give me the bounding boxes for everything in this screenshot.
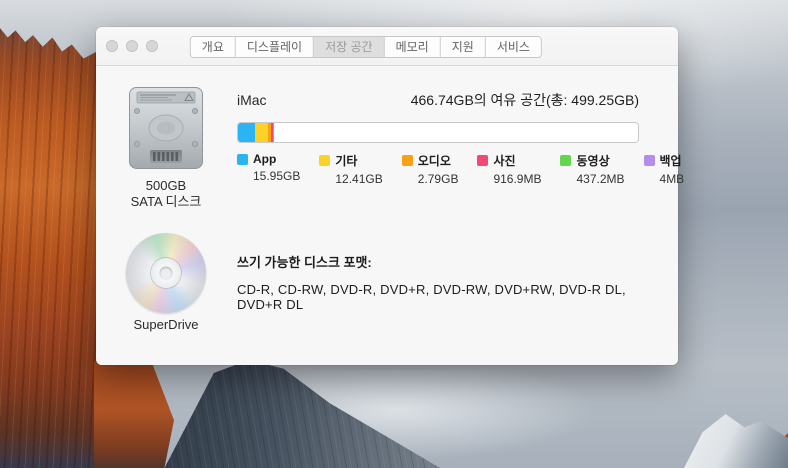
legend-label: 기타 xyxy=(335,152,357,169)
legend-swatch xyxy=(644,155,655,166)
tab-bar: 개요디스플레이저장 공간메모리지원서비스 xyxy=(190,36,542,58)
legend-swatch xyxy=(402,155,413,166)
tab-overview[interactable]: 개요 xyxy=(191,37,236,57)
legend-item: App 15.95GB xyxy=(237,152,300,186)
writable-formats-list: CD-R, CD-RW, DVD-R, DVD+R, DVD-RW, DVD+R… xyxy=(237,282,639,312)
legend-item: 사진 916.9MB xyxy=(477,152,541,186)
legend-item: 기타 12.41GB xyxy=(319,152,382,186)
legend-value: 12.41GB xyxy=(335,172,382,186)
storage-bar-segment xyxy=(255,123,268,142)
window-titlebar[interactable]: 개요디스플레이저장 공간메모리지원서비스 xyxy=(96,27,678,66)
close-button[interactable] xyxy=(106,40,118,52)
cliff-base xyxy=(94,362,174,468)
superdrive-item[interactable]: SuperDrive xyxy=(96,233,236,333)
legend-label: 오디오 xyxy=(418,152,451,169)
legend-swatch xyxy=(319,155,330,166)
legend-label: 사진 xyxy=(493,152,515,169)
legend-label: App xyxy=(253,152,276,166)
tab-memory[interactable]: 메모리 xyxy=(385,37,441,57)
snowy-peak xyxy=(684,408,788,468)
internal-disk-label: 500GB SATA 디스크 xyxy=(96,178,236,210)
el-capitan-cliff xyxy=(0,0,97,468)
cd-disc-icon xyxy=(126,233,206,313)
legend-item: 오디오 2.79GB xyxy=(402,152,459,186)
volume-name: iMac xyxy=(237,92,267,108)
legend-item: 백업 4MB xyxy=(644,152,685,186)
tab-support[interactable]: 지원 xyxy=(441,37,486,57)
tab-service[interactable]: 서비스 xyxy=(486,37,541,57)
zoom-button[interactable] xyxy=(146,40,158,52)
legend-item: 동영상 437.2MB xyxy=(560,152,624,186)
tab-storage[interactable]: 저장 공간 xyxy=(314,37,385,57)
legend-value: 437.2MB xyxy=(576,172,624,186)
storage-usage-bar xyxy=(237,122,639,143)
traffic-lights xyxy=(106,40,158,52)
legend-value: 4MB xyxy=(660,172,685,186)
internal-disk-item[interactable]: 500GB SATA 디스크 xyxy=(96,86,236,210)
legend-swatch xyxy=(237,154,248,165)
storage-tab-content: 500GB SATA 디스크 SuperDrive iMac 466.74GB의… xyxy=(96,66,678,365)
legend-value: 2.79GB xyxy=(418,172,459,186)
storage-legend: App 15.95GB 기타 12.41GB 오디오 2.79GB 사진 916.9MB 동영상… xyxy=(237,152,639,186)
legend-swatch xyxy=(560,155,571,166)
writable-formats-title: 쓰기 가능한 디스크 포맷: xyxy=(237,252,639,271)
hard-drive-icon xyxy=(128,86,204,170)
legend-swatch xyxy=(477,155,488,166)
minimize-button[interactable] xyxy=(126,40,138,52)
storage-detail-panel: iMac 466.74GB의 여유 공간(총: 499.25GB) App 15.… xyxy=(237,66,639,312)
legend-value: 15.95GB xyxy=(253,169,300,183)
about-this-mac-window: 개요디스플레이저장 공간메모리지원서비스 xyxy=(96,27,678,365)
legend-value: 916.9MB xyxy=(493,172,541,186)
superdrive-label: SuperDrive xyxy=(96,317,236,333)
storage-bar-segment xyxy=(238,123,255,142)
legend-label: 동영상 xyxy=(576,152,609,169)
legend-label: 백업 xyxy=(660,152,682,169)
free-space-text: 466.74GB의 여유 공간(총: 499.25GB) xyxy=(411,90,639,110)
tab-displays[interactable]: 디스플레이 xyxy=(236,37,314,57)
